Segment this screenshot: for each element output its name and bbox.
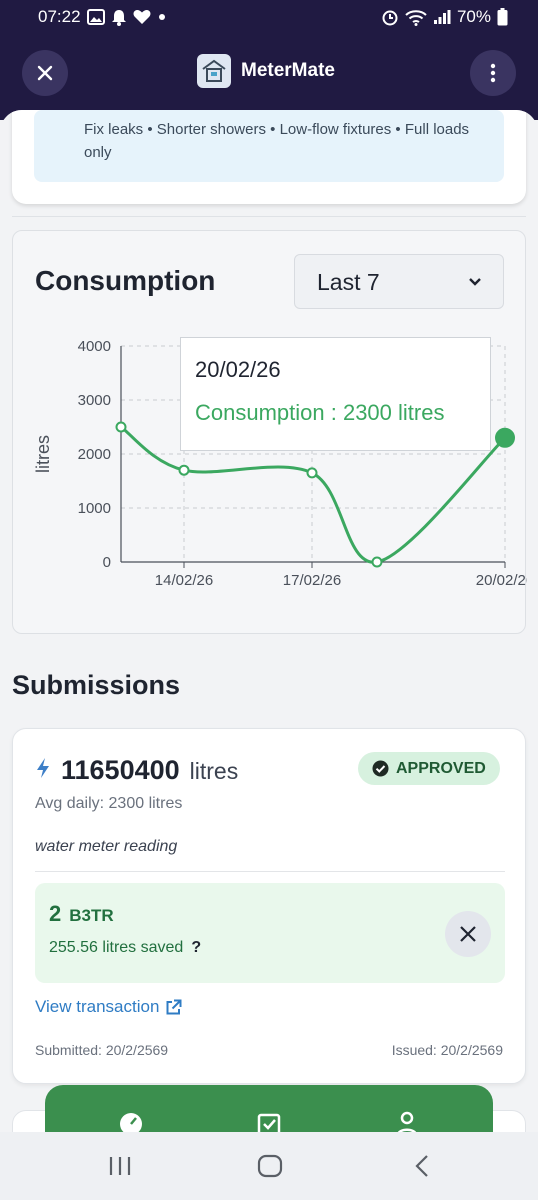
tooltip-value: Consumption : 2300 litres	[195, 400, 445, 425]
data-point	[371, 556, 383, 568]
battery-percent: 70%	[456, 7, 491, 26]
issued-date: Issued: 20/2/2569	[391, 1042, 503, 1058]
submission-card: 11650400 litres APPROVED Avg daily: 2300…	[12, 728, 526, 1084]
chart-tooltip: 20/02/26 Consumption : 2300 litres	[180, 337, 491, 451]
help-icon[interactable]: ?	[191, 939, 201, 957]
saved-line: 255.56 litres saved ?	[49, 939, 201, 957]
house-meter-icon	[202, 59, 226, 82]
active-data-point	[495, 427, 515, 448]
alarm-icon	[382, 10, 398, 26]
y-tick-label: 4000	[78, 338, 111, 355]
status-bar: 07:22 70%	[0, 0, 538, 34]
dot-icon	[158, 14, 165, 20]
tips-card: Fix leaks • Shorter showers • Low-flow f…	[12, 110, 526, 204]
card-divider	[35, 871, 505, 872]
app-brand: MeterMate	[197, 54, 335, 88]
tooltip-date: 20/02/26	[195, 357, 281, 382]
system-navigation-bar	[0, 1132, 538, 1200]
share-x-button[interactable]	[445, 911, 491, 957]
signal-icon	[433, 10, 451, 24]
notification-bell-icon	[111, 9, 126, 26]
close-icon	[37, 65, 53, 81]
submission-note: water meter reading	[35, 838, 178, 855]
tips-text: Fix leaks • Shorter showers • Low-flow f…	[84, 121, 470, 161]
submission-unit: litres	[189, 758, 239, 784]
data-point	[178, 464, 190, 476]
back-icon[interactable]	[412, 1154, 432, 1178]
avg-daily: Avg daily: 2300 litres	[35, 795, 183, 812]
recent-apps-icon[interactable]	[108, 1154, 132, 1178]
x-tick-label: 20/02/26	[476, 572, 527, 589]
y-tick-label: 1000	[78, 500, 111, 517]
view-transaction-link[interactable]: View transaction	[35, 997, 182, 1017]
consumption-card: Consumption Last 7 0 1000 2000 3000 4000 14/0…	[12, 230, 527, 634]
wifi-icon	[405, 9, 427, 26]
y-tick-label: 0	[103, 554, 111, 571]
app-logo	[197, 54, 231, 88]
data-point	[115, 421, 127, 433]
view-transaction-label: View transaction	[35, 997, 160, 1016]
status-badge-label: APPROVED	[396, 759, 486, 777]
reward-token: B3TR	[69, 906, 114, 925]
section-divider	[12, 216, 526, 217]
range-select-value: Last 7	[317, 269, 380, 295]
app-bar: MeterMate	[0, 34, 538, 120]
bolt-icon	[37, 758, 49, 778]
reward-amount: 2	[49, 901, 62, 926]
x-tick-label: 14/02/26	[155, 572, 213, 589]
home-icon[interactable]	[257, 1154, 283, 1178]
consumption-title: Consumption	[35, 265, 216, 296]
status-badge: APPROVED	[358, 752, 500, 785]
main-content[interactable]: Fix leaks • Shorter showers • Low-flow f…	[0, 110, 538, 1200]
chevron-down-icon	[469, 278, 481, 286]
submission-amount: 11650400	[61, 755, 180, 785]
more-options-button[interactable]	[470, 50, 516, 96]
battery-icon	[497, 8, 508, 26]
tips-box: Fix leaks • Shorter showers • Low-flow f…	[34, 110, 504, 182]
range-select[interactable]: Last 7	[294, 254, 504, 309]
external-link-icon	[166, 999, 182, 1014]
y-tick-label: 2000	[78, 446, 111, 463]
submissions-title: Submissions	[12, 670, 181, 700]
y-axis-label: litres	[33, 435, 53, 473]
x-tick-label: 17/02/26	[283, 572, 341, 589]
reward-line: 2 B3TR	[49, 901, 114, 927]
status-time: 07:22	[38, 7, 81, 26]
close-button[interactable]	[22, 50, 68, 96]
data-point	[306, 467, 318, 479]
more-vert-icon	[490, 63, 496, 83]
check-circle-icon	[372, 760, 389, 777]
submitted-date: Submitted: 20/2/2569	[35, 1042, 169, 1058]
x-logo-icon	[460, 926, 476, 942]
submission-amount-row: 11650400 litres	[35, 755, 238, 786]
reward-box: 2 B3TR 255.56 litres saved ?	[35, 883, 505, 983]
gallery-icon	[86, 9, 105, 25]
y-tick-label: 3000	[78, 392, 111, 409]
litres-saved: 255.56 litres saved	[49, 939, 184, 956]
heart-icon	[133, 10, 151, 24]
app-title: MeterMate	[241, 60, 335, 81]
